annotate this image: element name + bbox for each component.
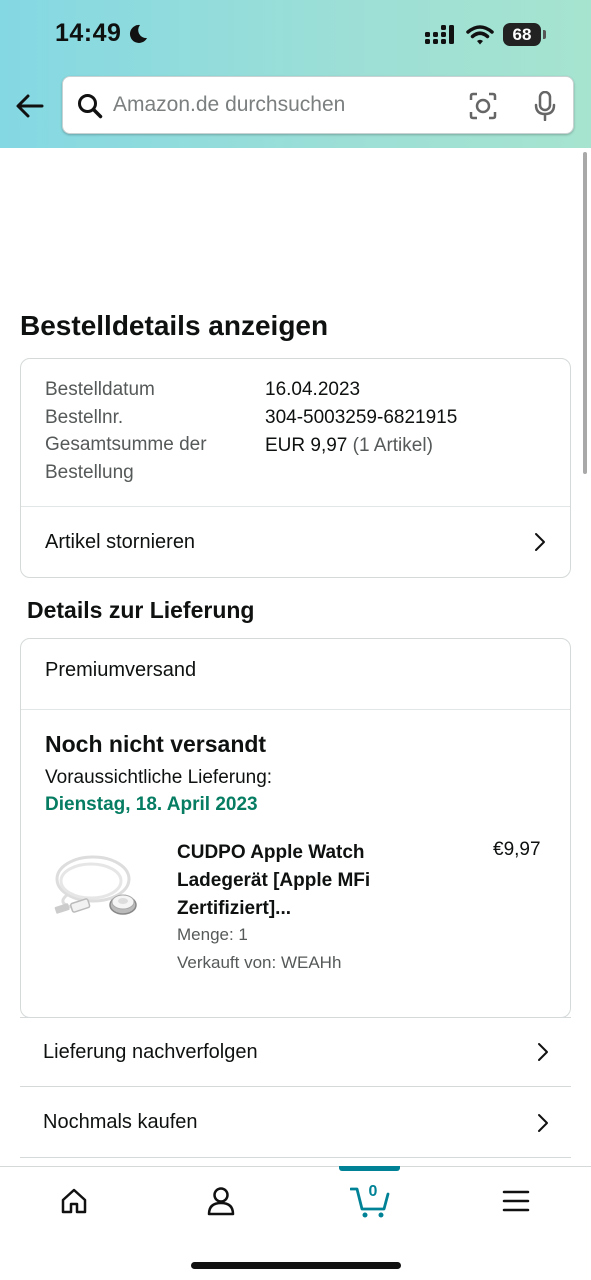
wifi-icon <box>466 24 494 51</box>
order-date-value: 16.04.2023 <box>265 379 361 400</box>
microphone-icon[interactable] <box>533 90 557 126</box>
active-tab-indicator <box>339 1166 400 1171</box>
delivery-section-title: Details zur Lieferung <box>27 597 255 623</box>
order-total-label: Gesamtsumme der Bestellung <box>45 434 207 483</box>
cart-icon[interactable]: 0 <box>340 1181 400 1221</box>
shipment-status: Noch nicht versandt <box>45 731 267 757</box>
buy-again-link[interactable]: Nochmals kaufen <box>20 1088 571 1158</box>
search-icon <box>77 93 103 124</box>
battery-tip <box>543 30 546 39</box>
menu-icon[interactable] <box>486 1181 546 1221</box>
chevron-right-icon <box>535 533 545 551</box>
account-icon[interactable] <box>191 1181 251 1221</box>
battery-indicator: 68 <box>503 23 541 46</box>
scrollbar[interactable] <box>583 152 587 474</box>
buy-again-label: Nochmals kaufen <box>43 1111 198 1133</box>
order-total-items: (1 Artikel) <box>352 435 433 456</box>
home-icon[interactable] <box>44 1181 104 1221</box>
home-indicator <box>191 1262 401 1269</box>
product-quantity: Menge: 1 <box>177 925 248 944</box>
divider <box>21 709 570 710</box>
chevron-right-icon <box>538 1043 548 1061</box>
shipping-method: Premiumversand <box>45 659 197 681</box>
product-seller: Verkauft von: WEAHh <box>177 953 342 972</box>
camera-search-icon[interactable] <box>469 92 497 125</box>
eta-label: Voraussichtliche Lieferung: <box>45 767 273 788</box>
chevron-right-icon <box>538 1113 548 1132</box>
header: 14:49 68 <box>0 0 591 148</box>
order-date-label: Bestelldatum <box>45 379 155 400</box>
product-name-link[interactable]: CUDPO Apple Watch Ladegerät [Apple MFi Z… <box>177 839 427 923</box>
cancel-items-link[interactable]: Artikel stornieren <box>21 507 570 577</box>
order-number-label: Bestellnr. <box>45 407 124 428</box>
cart-count: 0 <box>368 1183 378 1200</box>
cellular-signal-icon <box>425 25 457 50</box>
status-time: 14:49 <box>55 19 122 47</box>
moon-icon <box>127 23 149 50</box>
track-package-link[interactable]: Lieferung nachverfolgen <box>20 1017 571 1087</box>
product-price: €9,97 <box>493 839 541 860</box>
product-image[interactable] <box>51 845 147 926</box>
search-input[interactable] <box>113 87 453 123</box>
page-title: Bestelldetails anzeigen <box>20 310 329 341</box>
search-bar[interactable] <box>62 76 574 134</box>
order-total-amount: EUR 9,97 <box>265 435 348 456</box>
back-arrow-icon[interactable] <box>14 92 46 125</box>
eta-date: Dienstag, 18. April 2023 <box>45 794 258 815</box>
order-summary-card: Bestelldatum 16.04.2023 Bestellnr. 304-5… <box>20 358 571 578</box>
order-total-value: EUR 9,97 (1 Artikel) <box>265 435 433 457</box>
cancel-items-label: Artikel stornieren <box>45 530 196 553</box>
order-number-value: 304-5003259-6821915 <box>265 407 458 428</box>
delivery-card: Premiumversand Noch nicht versandt Vorau… <box>20 638 571 1018</box>
track-package-label: Lieferung nachverfolgen <box>43 1040 258 1063</box>
